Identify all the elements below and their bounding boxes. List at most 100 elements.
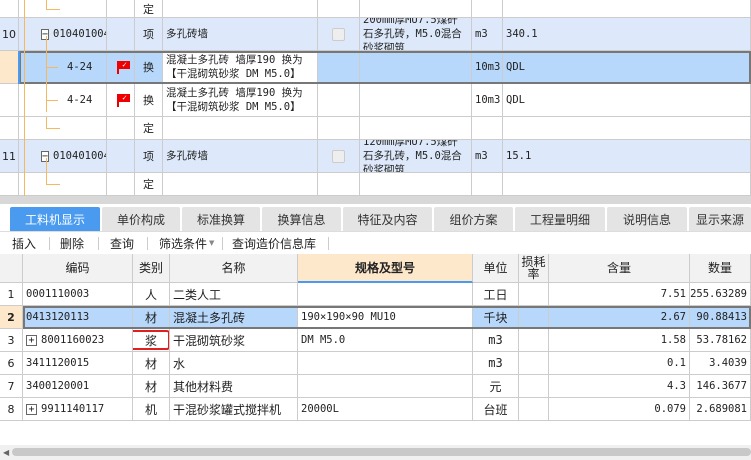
scrollbar-thumb[interactable] [12, 448, 751, 456]
expand-icon[interactable]: + [26, 403, 37, 415]
loss-cell[interactable] [519, 352, 549, 375]
quantity-cell: QDL [503, 51, 751, 84]
flag-cell [107, 84, 135, 117]
spec-cell[interactable]: 20000L [298, 398, 473, 421]
splitter[interactable] [0, 196, 751, 204]
loss-cell[interactable] [519, 306, 549, 329]
delete-button[interactable]: 删除 [60, 233, 84, 253]
unit-cell[interactable]: 台班 [473, 398, 519, 421]
tab-0[interactable]: 工料机显示 [10, 207, 100, 231]
table-row[interactable]: 10−010401004001 项多孔砖墙 200mm厚MU7.5煤矸石多孔砖，M5… [0, 18, 751, 51]
table-row[interactable]: 定 [0, 173, 751, 196]
insert-button[interactable]: 插入 [12, 233, 36, 253]
spec-cell[interactable] [298, 283, 473, 306]
table-row[interactable]: 3 +8001160023 浆干混砌筑砂浆 DM M5.0 m3 1.58 53.78162 [0, 329, 751, 352]
query-price-button[interactable]: 查询造价信息库 [232, 233, 316, 253]
table-row[interactable]: 8 +9911140117 机 干混砂浆罐式搅拌机 20000L 台班 0.079 2.689… [0, 398, 751, 421]
name-cell[interactable]: 干混砌筑砂浆 [170, 329, 298, 352]
column-header-4[interactable]: 规格及型号 [298, 254, 473, 283]
column-header-2[interactable]: 类别 [133, 254, 170, 283]
spec-cell[interactable] [298, 375, 473, 398]
table-row[interactable]: 7 3400120001 材 其他材料费 元 4.3 146.3677 [0, 375, 751, 398]
column-header-0[interactable] [0, 254, 23, 283]
spec-cell[interactable] [298, 352, 473, 375]
checkbox[interactable] [332, 149, 345, 163]
name-cell[interactable]: 混凝土多孔砖 墙厚190 换为【干混砌筑砂浆 DM M5.0】 [163, 51, 318, 84]
name-cell[interactable]: 其他材料费 [170, 375, 298, 398]
table-row[interactable]: 定 [0, 117, 751, 140]
checkbox-cell[interactable] [318, 51, 360, 84]
expand-icon[interactable]: + [26, 334, 37, 346]
unit-cell[interactable]: 元 [473, 375, 519, 398]
loss-cell[interactable] [519, 375, 549, 398]
column-header-3[interactable]: 名称 [170, 254, 298, 283]
table-row[interactable]: 2 0413120113 材 混凝土多孔砖 190×190×90 MU10 千块 2.67 9… [0, 306, 751, 329]
name-cell-text[interactable]: 混凝土多孔砖 墙厚190 换为【干混砌筑砂浆 DM M5.0】 [166, 53, 314, 81]
name-cell[interactable]: 混凝土多孔砖 [170, 306, 298, 329]
highlight-box [133, 330, 169, 350]
filter-dropdown[interactable]: 筛选条件 ▼ [159, 233, 214, 253]
content-cell[interactable]: 1.58 [549, 329, 690, 352]
tree-line [46, 36, 47, 112]
unit-cell[interactable]: m3 [473, 352, 519, 375]
code-text: 3411120015 [26, 357, 90, 369]
name-cell-text: 混凝土多孔砖 墙厚190 换为【干混砌筑砂浆 DM M5.0】 [166, 87, 303, 113]
content-cell[interactable]: 7.51 [549, 283, 690, 306]
content-cell[interactable]: 2.67 [549, 306, 690, 329]
name-cell[interactable] [163, 117, 318, 140]
horizontal-scrollbar[interactable]: ◀ [0, 445, 751, 460]
flag-cell [107, 117, 135, 140]
tab-7[interactable]: 说明信息 [607, 207, 687, 231]
tab-8[interactable]: 显示来源 [689, 207, 751, 231]
tab-4[interactable]: 特征及内容 [343, 207, 432, 231]
tab-2[interactable]: 标准换算 [182, 207, 260, 231]
content-cell[interactable]: 0.079 [549, 398, 690, 421]
name-cell[interactable] [163, 0, 318, 18]
scroll-left-icon[interactable]: ◀ [3, 448, 9, 457]
name-cell[interactable] [163, 173, 318, 196]
name-cell[interactable]: 二类人工 [170, 283, 298, 306]
type-text: 机 [144, 402, 157, 417]
tab-3[interactable]: 换算信息 [262, 207, 341, 231]
unit-cell[interactable]: m3 [473, 329, 519, 352]
name-cell[interactable]: 混凝土多孔砖 墙厚190 换为【干混砌筑砂浆 DM M5.0】 [163, 84, 318, 117]
checkbox-cell[interactable] [318, 84, 360, 117]
content-cell[interactable]: 4.3 [549, 375, 690, 398]
checkbox-cell[interactable] [318, 18, 360, 51]
checkbox-cell[interactable] [318, 173, 360, 196]
loss-cell[interactable] [519, 283, 549, 306]
unit-cell[interactable]: 千块 [473, 306, 519, 329]
spec-cell[interactable]: DM M5.0 [298, 329, 473, 352]
divider [98, 237, 99, 250]
tab-6[interactable]: 工程量明细 [515, 207, 605, 231]
table-row[interactable]: 4-24 换混凝土多孔砖 墙厚190 换为【干混砌筑砂浆 DM M5.0】 10m3… [0, 51, 751, 84]
tab-1[interactable]: 单价构成 [102, 207, 180, 231]
checkbox-cell[interactable] [318, 117, 360, 140]
column-header-6[interactable]: 损耗率 [519, 254, 549, 283]
name-cell[interactable]: 水 [170, 352, 298, 375]
name-cell[interactable]: 多孔砖墙 [163, 18, 318, 51]
table-row[interactable]: 定 [0, 0, 751, 18]
type-text: 材 [144, 356, 157, 371]
table-row[interactable]: 11−010401004002 项多孔砖墙 120mm厚MU7.5煤矸石多孔砖，M5… [0, 140, 751, 173]
checkbox-cell[interactable] [318, 140, 360, 173]
tree-line [24, 0, 25, 196]
checkbox-cell[interactable] [318, 0, 360, 18]
column-header-5[interactable]: 单位 [473, 254, 519, 283]
unit-cell[interactable]: 工日 [473, 283, 519, 306]
table-row[interactable]: 6 3411120015 材 水 m3 0.1 3.4039 [0, 352, 751, 375]
checkbox[interactable] [332, 27, 345, 41]
column-header-7[interactable]: 含量 [549, 254, 690, 283]
spec-cell[interactable]: 190×190×90 MU10 [298, 306, 473, 329]
tab-5[interactable]: 组价方案 [434, 207, 513, 231]
query-button[interactable]: 查询 [110, 233, 134, 253]
loss-cell[interactable] [519, 329, 549, 352]
table-row[interactable]: 4-24 换混凝土多孔砖 墙厚190 换为【干混砌筑砂浆 DM M5.0】 10m3… [0, 84, 751, 117]
loss-cell[interactable] [519, 398, 549, 421]
name-cell[interactable]: 多孔砖墙 [163, 140, 318, 173]
content-cell[interactable]: 0.1 [549, 352, 690, 375]
name-cell[interactable]: 干混砂浆罐式搅拌机 [170, 398, 298, 421]
column-header-8[interactable]: 数量 [690, 254, 751, 283]
table-row[interactable]: 1 0001110003 人 二类人工 工日 7.51 255.63289 [0, 283, 751, 306]
column-header-1[interactable]: 编码 [23, 254, 133, 283]
